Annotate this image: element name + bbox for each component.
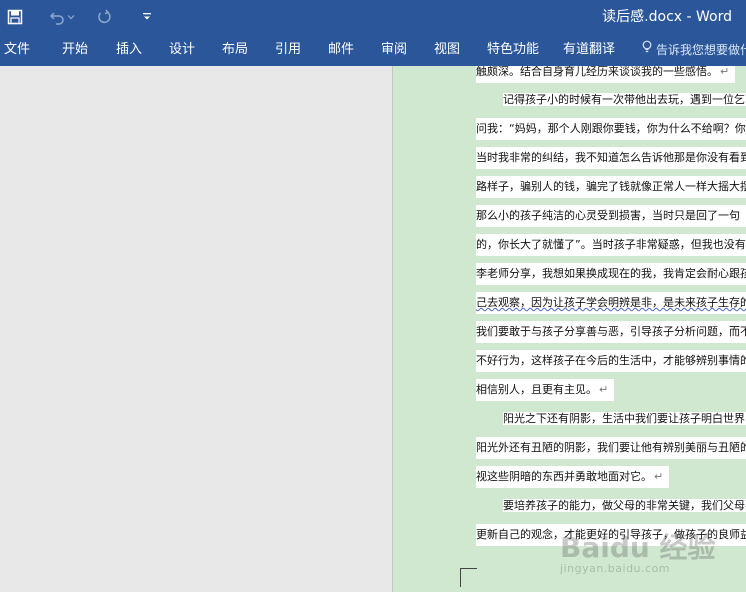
chevron-down-icon[interactable] [66,6,76,28]
paragraph-line: 触颇深。结合自身育儿经历来谈谈我的一些感悟。 ↵ [476,66,736,83]
tab-references[interactable]: 引用 [275,39,301,61]
title-bar: 读后感.docx - Word [0,0,746,34]
paragraph-line: 路样子，骗别人的钱，骗完了钱就像正常人一样大摇大摆 [476,176,746,198]
paragraph-line: 要培养孩子的能力，做父母的非常关键，我们父母要 [476,495,746,517]
paragraph-line: 不好行为，这样孩子在今后的生活中，才能够辨别事情的 [476,350,746,372]
paragraph-line: 记得孩子小的时候有一次带他出去玩，遇到一位乞丐 [476,89,746,111]
baidu-watermark: Baidu 经验 jingyan.baidu.com [560,531,716,575]
window-title: 读后感.docx - Word [602,9,732,25]
tab-review[interactable]: 审阅 [381,39,407,61]
paragraph-line: 的，你长大了就懂了”。当时孩子非常疑惑，但我也没有 [476,234,746,256]
tab-youdao-translate[interactable]: 有道翻译 [563,39,615,61]
tab-design[interactable]: 设计 [169,39,195,61]
tab-mailings[interactable]: 邮件 [328,39,354,61]
page-margin-corner-mark [460,568,477,587]
tab-special-features[interactable]: 特色功能 [487,39,539,61]
paragraph-line: 当时我非常的纠结，我不知道怎么告诉他那是你没有看到 [476,147,746,169]
document-page[interactable]: 触颇深。结合自身育儿经历来谈谈我的一些感悟。 ↵ 记得孩子小的时候有一次带他出去玩… [393,66,746,592]
paragraph-line: 阳光之下还有阴影，生活中我们要让孩子明白世界 [476,408,746,430]
tab-insert[interactable]: 插入 [116,39,142,61]
save-icon[interactable] [4,6,26,28]
paragraph-line: 相信别人，且更有主见。 ↵ [476,379,615,401]
paragraph-line: 视这些阴暗的东西并勇敢地面对它。 ↵ [476,466,670,488]
tell-me-box[interactable]: 告诉我您想要做什么 [642,39,746,61]
paragraph-line: 己去观察，因为让孩子学会明辨是非，是未来孩子生存的 [476,292,746,314]
paragraph-line: 问我：“妈妈，那个人刚跟你要钱，你为什么不给啊？你 [476,118,746,140]
undo-icon[interactable] [46,6,68,28]
tab-view[interactable]: 视图 [434,39,460,61]
tab-home[interactable]: 开始 [62,39,88,61]
paragraph-line: 阳光外还有丑陋的阴影，我们要让他有辨别美丽与丑陋的 [476,437,746,459]
paragraph-line: 那么小的孩子纯洁的心灵受到损害，当时只是回了一句 [476,205,746,227]
tab-file[interactable]: 文件 [4,39,30,61]
redo-icon[interactable] [93,6,115,28]
tab-layout[interactable]: 布局 [222,39,248,61]
paragraph-line: 我们要敢于与孩子分享善与恶，引导孩子分析问题，而不 [476,321,746,343]
customize-qat-icon[interactable] [139,6,155,28]
paragraph-line: 李老师分享，我想如果换成现在的我，我肯定会耐心跟孩 [476,263,746,285]
document-canvas-background [0,66,392,592]
tell-me-text: 告诉我您想要做什么 [656,43,746,57]
ribbon-tabs: 文件 开始 插入 设计 布局 引用 邮件 审阅 视图 特色功能 有道翻译 告诉我… [0,34,746,66]
lightbulb-icon [642,39,652,61]
